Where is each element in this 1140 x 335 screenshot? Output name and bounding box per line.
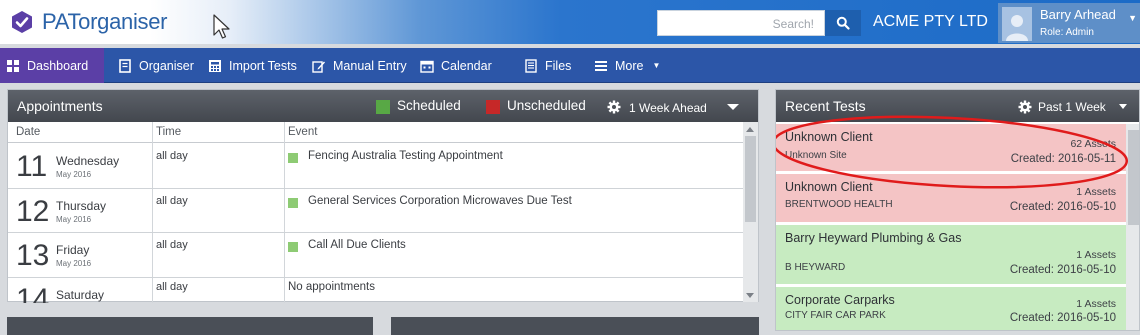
top-header: PATorganiser Search! ACME PTY LTD Barry … bbox=[0, 0, 1140, 44]
test-created: Created: 2016-05-10 bbox=[1009, 312, 1116, 324]
appointment-event[interactable]: Call All Due Clients bbox=[308, 239, 406, 251]
dashboard-icon bbox=[7, 59, 19, 72]
scheduled-label: Scheduled bbox=[397, 98, 461, 113]
scheduled-marker bbox=[288, 198, 298, 208]
appointments-table-header: Date Time Event bbox=[8, 122, 750, 143]
appointment-row[interactable]: 11 Wednesday May 2016 all day Fencing Au… bbox=[8, 144, 750, 189]
test-client: Barry Heyward Plumbing & Gas bbox=[785, 231, 962, 245]
scroll-up-arrow[interactable] bbox=[746, 127, 754, 132]
pencil-icon bbox=[312, 60, 325, 73]
files-icon bbox=[525, 58, 537, 73]
appointment-time: all day bbox=[156, 281, 188, 293]
nav-label-dashboard: Dashboard bbox=[27, 58, 89, 73]
month-year: May 2016 bbox=[56, 215, 92, 224]
unscheduled-label: Unscheduled bbox=[507, 98, 586, 113]
day-number: 13 bbox=[16, 239, 50, 272]
appointment-row[interactable]: 13 Friday May 2016 all day Call All Due … bbox=[8, 233, 750, 278]
weekday: Thursday bbox=[56, 199, 107, 213]
scheduled-marker bbox=[288, 153, 298, 163]
lower-panel-header bbox=[391, 317, 759, 335]
weekday: Friday bbox=[56, 243, 90, 257]
logo-text: PATorganiser bbox=[42, 9, 168, 34]
user-silhouette-icon bbox=[1006, 15, 1028, 41]
lower-panel-header bbox=[7, 317, 373, 335]
nav-item-more[interactable]: More ▼ bbox=[588, 48, 666, 83]
nav-label-more: More bbox=[615, 58, 644, 73]
recent-tests-panel: Recent Tests Past 1 Week Unknown Client … bbox=[775, 89, 1140, 331]
column-time: Time bbox=[156, 126, 182, 138]
weekday: Saturday bbox=[56, 288, 105, 302]
appointment-row[interactable]: 12 Thursday May 2016 all day General Ser… bbox=[8, 189, 750, 233]
annotation-ellipse bbox=[776, 115, 1129, 189]
week-range-label: 1 Week Ahead bbox=[629, 101, 707, 115]
calculator-icon bbox=[209, 59, 221, 72]
list-icon bbox=[595, 60, 607, 71]
main-nav: Dashboard Organiser Import Tests Manual … bbox=[0, 48, 1140, 83]
nav-label-files: Files bbox=[545, 58, 572, 73]
nav-item-dashboard[interactable]: Dashboard bbox=[0, 48, 104, 83]
test-created: Created: 2016-05-10 bbox=[1009, 264, 1116, 276]
appointments-panel: Appointments Scheduled Unscheduled 1 Wee… bbox=[7, 89, 759, 303]
scroll-down-arrow[interactable] bbox=[746, 293, 754, 298]
gear-icon bbox=[607, 100, 621, 114]
appointment-time: all day bbox=[156, 150, 188, 162]
logo-hexagon-icon bbox=[12, 11, 32, 33]
appointment-event[interactable]: Fencing Australia Testing Appointment bbox=[308, 150, 503, 162]
chevron-down-icon: ▼ bbox=[1128, 13, 1137, 23]
test-site: B HEYWARD bbox=[785, 262, 846, 273]
appointments-scrollbar[interactable] bbox=[743, 122, 758, 302]
search-button[interactable] bbox=[825, 10, 861, 36]
nav-label-import-tests: Import Tests bbox=[229, 58, 297, 73]
test-client: Corporate Carparks bbox=[785, 293, 895, 307]
month-year: May 2016 bbox=[56, 170, 92, 179]
nav-item-import-tests[interactable]: Import Tests bbox=[202, 48, 303, 83]
appointment-time: all day bbox=[156, 195, 188, 207]
app-logo[interactable]: PATorganiser bbox=[10, 9, 168, 35]
test-assets: 1 Assets bbox=[1076, 249, 1116, 261]
appointment-event[interactable]: General Services Corporation Microwaves … bbox=[308, 195, 572, 207]
chevron-down-icon: ▼ bbox=[652, 61, 661, 70]
book-icon bbox=[119, 58, 131, 73]
company-name: ACME PTY LTD bbox=[873, 13, 988, 30]
scroll-thumb[interactable] bbox=[745, 136, 756, 222]
chevron-down-icon bbox=[1119, 104, 1127, 109]
test-site: CITY FAIR CAR PARK bbox=[785, 310, 886, 321]
day-number: 11 bbox=[16, 150, 48, 183]
avatar bbox=[1002, 7, 1032, 41]
appointments-title: Appointments bbox=[17, 98, 103, 114]
day-number: 12 bbox=[16, 195, 50, 228]
nav-item-files[interactable]: Files bbox=[518, 48, 577, 83]
test-card[interactable]: Barry Heyward Plumbing & Gas B HEYWARD 1… bbox=[776, 225, 1126, 284]
column-date: Date bbox=[16, 126, 41, 138]
scheduled-marker bbox=[288, 242, 298, 252]
month-year: May 2016 bbox=[56, 259, 92, 268]
weekday: Wednesday bbox=[56, 154, 120, 168]
nav-label-manual-entry: Manual Entry bbox=[333, 58, 407, 73]
chevron-down-icon bbox=[727, 104, 739, 110]
search-input[interactable]: Search! bbox=[657, 10, 825, 36]
calendar-icon bbox=[420, 60, 434, 73]
user-name: Barry Arhead bbox=[1040, 7, 1116, 22]
appointment-event: No appointments bbox=[288, 281, 375, 293]
nav-item-organiser[interactable]: Organiser bbox=[112, 48, 200, 83]
appointments-header: Appointments Scheduled Unscheduled 1 Wee… bbox=[8, 90, 758, 122]
nav-label-calendar: Calendar bbox=[441, 58, 492, 73]
day-number: 14 bbox=[16, 283, 50, 303]
appointment-row[interactable]: 14 Saturday all day No appointments bbox=[8, 278, 750, 303]
mouse-cursor-icon bbox=[213, 14, 230, 39]
test-created: Created: 2016-05-10 bbox=[1009, 201, 1116, 213]
search-icon bbox=[836, 16, 850, 30]
nav-label-organiser: Organiser bbox=[139, 58, 194, 73]
test-card[interactable]: Corporate Carparks CITY FAIR CAR PARK 1 … bbox=[776, 287, 1126, 330]
nav-item-calendar[interactable]: Calendar bbox=[414, 48, 498, 83]
test-assets: 1 Assets bbox=[1076, 298, 1116, 310]
scheduled-swatch bbox=[376, 100, 390, 114]
column-event: Event bbox=[288, 126, 318, 138]
appointment-time: all day bbox=[156, 239, 188, 251]
nav-item-manual-entry[interactable]: Manual Entry bbox=[306, 48, 413, 83]
unscheduled-swatch bbox=[486, 100, 500, 114]
test-site: BRENTWOOD HEALTH bbox=[785, 199, 893, 210]
user-role: Role: Admin bbox=[1040, 27, 1094, 38]
user-menu[interactable]: Barry Arhead Role: Admin ▼ bbox=[998, 3, 1140, 43]
